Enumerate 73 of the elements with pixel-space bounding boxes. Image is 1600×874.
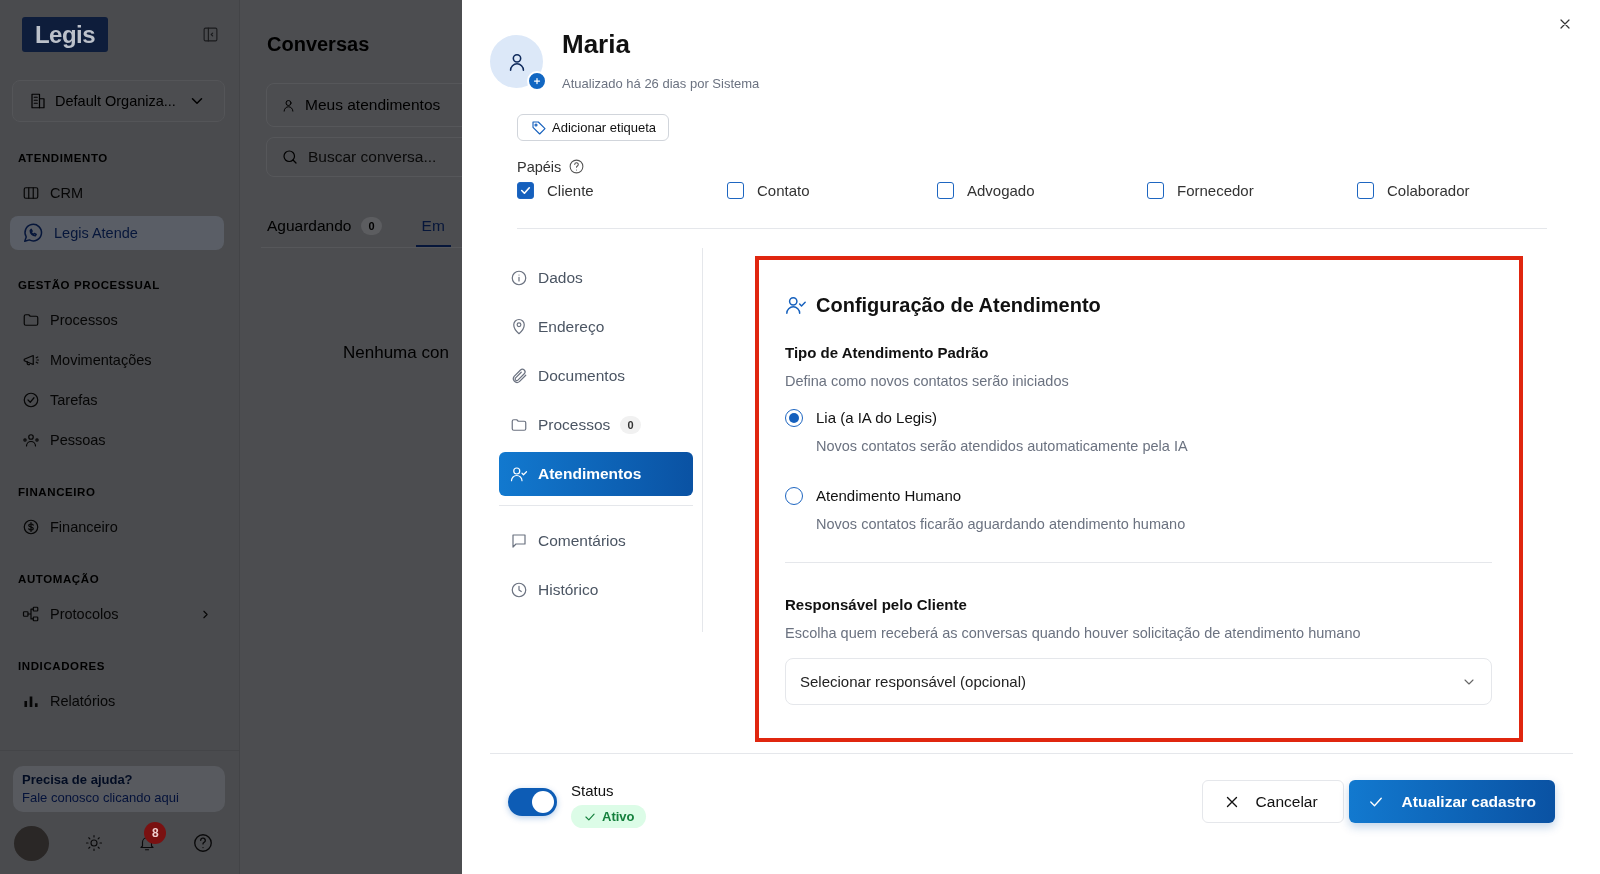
help-icon: [568, 158, 586, 175]
plus-icon: [532, 76, 542, 86]
contact-avatar[interactable]: [490, 35, 543, 88]
app-logo: Legis: [22, 17, 108, 52]
field-description: Defina como novos contatos serão iniciados: [785, 372, 1070, 390]
user-check-icon: [785, 294, 807, 316]
count-badge: 0: [361, 217, 382, 235]
location-pin-icon: [510, 318, 528, 336]
dollar-icon: [22, 518, 40, 536]
nav-item[interactable]: Histórico: [499, 568, 693, 612]
checkbox[interactable]: [937, 181, 954, 199]
checkbox[interactable]: [1147, 181, 1164, 199]
info-icon: [510, 269, 528, 287]
status-toggle[interactable]: [508, 788, 557, 816]
nav-item[interactable]: Processos 0: [499, 403, 693, 447]
message-icon: [510, 532, 528, 550]
folder-icon: [510, 416, 528, 434]
section-heading: GESTÃO PROCESSUAL: [17, 279, 161, 291]
chat-bubble-icon: [22, 222, 44, 244]
nav-item[interactable]: Comentários: [499, 519, 693, 563]
page-title: Conversas: [267, 33, 371, 57]
updated-text: Atualizado há 26 dias por Sistema: [562, 76, 760, 92]
user-check-icon: [510, 465, 528, 483]
nav-item[interactable]: Documentos: [499, 354, 693, 398]
checkbox[interactable]: [1357, 181, 1374, 199]
role-checkbox[interactable]: Fornecedor: [1147, 180, 1357, 200]
building-icon: [29, 92, 47, 110]
sidebar-toggle-icon[interactable]: [202, 26, 219, 43]
status-badge: Ativo: [571, 805, 646, 828]
people-icon: [22, 431, 40, 449]
folder-icon: [22, 311, 40, 329]
field-heading: Responsável pelo Cliente: [785, 596, 968, 614]
role-checkbox[interactable]: Colaborador: [1357, 180, 1567, 200]
search-field[interactable]: Buscar conversa...: [266, 137, 462, 177]
section-heading: FINANCEIRO: [17, 486, 97, 498]
radio-option[interactable]: Atendimento Humano: [785, 487, 1492, 505]
status-label: Status: [571, 782, 615, 799]
nav-item[interactable]: Endereço: [499, 305, 693, 349]
empty-message: Nenhuma con: [343, 343, 450, 363]
cancel-button[interactable]: Cancelar: [1201, 780, 1344, 823]
nav-item[interactable]: Dados: [499, 256, 693, 300]
add-photo-icon[interactable]: [527, 71, 547, 91]
section-title: Configuração de Atendimento: [816, 293, 1101, 317]
role-checkbox[interactable]: Contato: [727, 180, 937, 200]
search-icon: [281, 148, 299, 166]
nav-item[interactable]: Atendimentos: [499, 452, 693, 496]
section-heading: INDICADORES: [17, 660, 107, 672]
update-button[interactable]: Atualizar cadastro: [1348, 780, 1555, 823]
user-icon: [281, 97, 296, 113]
role-checkbox[interactable]: Cliente: [517, 180, 727, 200]
section-heading: ATENDIMENTO: [17, 152, 109, 164]
tag-icon: [531, 119, 547, 136]
contact-name: Maria: [562, 29, 631, 59]
notification-badge: 8: [144, 822, 167, 844]
add-tag-button[interactable]: Adicionar etiqueta: [517, 114, 670, 141]
role-checkbox[interactable]: Advogado: [937, 180, 1147, 200]
count-badge: 0: [620, 416, 641, 434]
help-title: Precisa de ajuda?: [22, 772, 134, 787]
checkbox[interactable]: [517, 181, 534, 199]
paperclip-icon: [510, 367, 528, 385]
field-description: Escolha quem receberá as conversas quando houver solicitação de atendimento humano: [785, 624, 1362, 642]
radio-option[interactable]: Lia (a IA do Legis): [785, 409, 1492, 427]
option-description: Novos contatos serão atendidos automaticamente pela IA: [816, 437, 1189, 455]
field-heading: Tipo de Atendimento Padrão: [785, 344, 990, 362]
responsible-select[interactable]: Selecionar responsável (opcional): [785, 658, 1492, 705]
workflow-icon: [22, 605, 40, 623]
roles-label: Papéis: [517, 158, 562, 175]
option-description: Novos contatos ficarão aguardando atendimento humano: [816, 515, 1187, 533]
check-circle-icon: [22, 391, 40, 409]
checkbox[interactable]: [727, 181, 744, 199]
columns-icon: [22, 184, 40, 202]
section-heading: AUTOMAÇÃO: [17, 573, 101, 585]
clock-icon: [510, 581, 528, 599]
